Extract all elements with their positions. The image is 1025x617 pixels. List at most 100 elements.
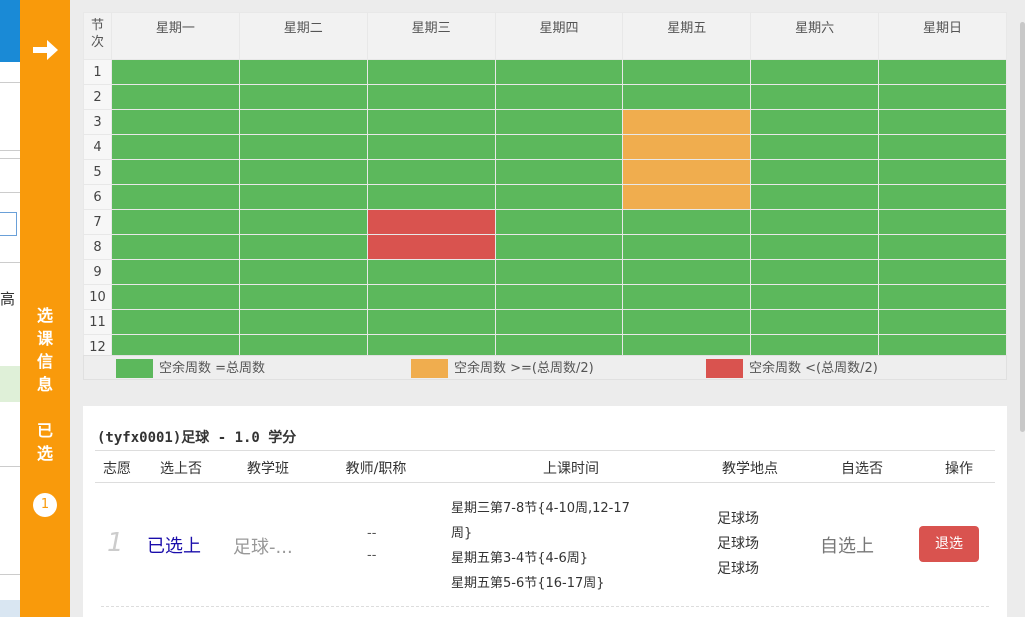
schedule-legend: 空余周数 =总周数 空余周数 >=(总周数/2) 空余周数 <(总周数/2)	[83, 355, 1007, 380]
background-divider	[0, 158, 20, 159]
selected-tab[interactable]: 已 选	[20, 419, 70, 465]
schedule-row: 6	[83, 184, 1007, 210]
schedule-cell	[878, 84, 1007, 110]
schedule-cell	[238, 134, 368, 160]
schedule-cell	[111, 184, 240, 210]
schedule-cell	[366, 184, 496, 210]
schedule-cell	[494, 184, 624, 210]
background-header-bar	[0, 0, 20, 62]
background-divider	[0, 466, 20, 467]
period-number: 10	[83, 284, 112, 310]
schedule-cell	[366, 84, 496, 110]
schedule-cell-low	[366, 209, 496, 235]
schedule-cell	[111, 309, 240, 335]
class-place-item: 足球场	[717, 561, 759, 577]
schedule-cell	[238, 209, 368, 235]
schedule-cell	[494, 309, 624, 335]
period-number: 7	[83, 209, 112, 235]
schedule-cell-partial	[622, 184, 752, 210]
schedule-row: 3	[83, 109, 1007, 135]
legend-swatch-orange	[411, 359, 448, 378]
class-time-list: 星期三第7-8节{4-10周,12-17 周} 星期五第3-4节{4-6周} 星…	[451, 496, 630, 596]
schedule-cell	[494, 84, 624, 110]
schedule-cell	[111, 109, 240, 135]
schedule-row: 11	[83, 309, 1007, 335]
side-panel-label: 选 课 信 息	[36, 306, 53, 394]
class-time-item: 星期三第7-8节{4-10周,12-17	[451, 501, 630, 516]
schedule-cell	[622, 84, 752, 110]
schedule-cell-partial	[622, 109, 752, 135]
schedule-cell	[111, 134, 240, 160]
background-divider	[0, 192, 20, 193]
schedule-cell	[366, 109, 496, 135]
schedule-cell	[111, 259, 240, 285]
schedule-cell	[366, 134, 496, 160]
schedule-cell	[238, 259, 368, 285]
schedule-cell	[366, 59, 496, 85]
class-time-item: 星期五第5-6节{16-17周}	[451, 576, 605, 591]
schedule-cell	[878, 309, 1007, 335]
schedule-cell	[238, 184, 368, 210]
period-number: 4	[83, 134, 112, 160]
schedule-header-row: 节次 星期一 星期二 星期三 星期四 星期五 星期六 星期日	[83, 12, 1007, 60]
schedule-cell	[366, 309, 496, 335]
schedule-row: 10	[83, 284, 1007, 310]
class-place-item: 足球场	[717, 536, 759, 552]
schedule-cell	[494, 209, 624, 235]
class-time-item: 星期五第3-4节{4-6周}	[451, 551, 589, 566]
col-header-place: 教学地点	[722, 461, 778, 477]
selected-status-link[interactable]: 已选上	[147, 532, 201, 558]
col-header-teacher: 教师/职称	[345, 461, 407, 477]
selection-info-side-panel: 选 课 信 息 已 选 1	[20, 0, 70, 617]
schedule-cell	[750, 234, 880, 260]
day-header: 星期一	[111, 12, 240, 60]
col-header-self: 自选否	[841, 461, 883, 477]
background-input	[0, 212, 17, 236]
schedule-cell	[878, 109, 1007, 135]
schedule-cell	[750, 59, 880, 85]
legend-item-full: 空余周数 =总周数	[116, 359, 265, 378]
selected-count-badge: 1	[33, 493, 57, 517]
schedule-cell	[111, 209, 240, 235]
col-header-time: 上课时间	[543, 461, 599, 477]
col-header-action: 操作	[945, 461, 973, 477]
schedule-cell	[622, 59, 752, 85]
period-number: 11	[83, 309, 112, 335]
background-divider	[0, 262, 20, 263]
arrow-right-icon[interactable]	[30, 33, 60, 67]
period-corner-header: 节次	[83, 12, 112, 60]
schedule-row: 9	[83, 259, 1007, 285]
day-header: 星期五	[622, 12, 752, 60]
priority-number: 1	[107, 528, 124, 558]
schedule-cell	[111, 234, 240, 260]
background-divider	[0, 82, 20, 83]
schedule-cell	[750, 109, 880, 135]
schedule-cell-partial	[622, 159, 752, 185]
selected-course-panel: (tyfx0001)足球 - 1.0 学分 志愿 选上否 教学班 教师/职称 上…	[83, 406, 1007, 617]
class-time-item: 周}	[451, 526, 473, 541]
legend-item-low: 空余周数 <(总周数/2)	[706, 359, 878, 378]
legend-swatch-green	[116, 359, 153, 378]
schedule-cell	[750, 159, 880, 185]
schedule-row: 4	[83, 134, 1007, 160]
schedule-cell-low	[366, 234, 496, 260]
drop-course-button[interactable]: 退选	[919, 526, 979, 562]
schedule-cell	[366, 159, 496, 185]
schedule-cell	[238, 309, 368, 335]
schedule-cell	[111, 159, 240, 185]
scrollbar-thumb[interactable]	[1020, 22, 1025, 432]
schedule-cell	[878, 209, 1007, 235]
schedule-cell	[878, 284, 1007, 310]
schedule-cell	[494, 259, 624, 285]
day-header: 星期三	[366, 12, 496, 60]
period-number: 6	[83, 184, 112, 210]
col-header-class: 教学班	[247, 461, 289, 477]
period-number: 1	[83, 59, 112, 85]
schedule-cell	[366, 284, 496, 310]
schedule-cell	[750, 284, 880, 310]
schedule-cell	[494, 59, 624, 85]
schedule-cell	[622, 234, 752, 260]
schedule-cell	[111, 59, 240, 85]
schedule-cell	[750, 309, 880, 335]
schedule-cell	[878, 134, 1007, 160]
